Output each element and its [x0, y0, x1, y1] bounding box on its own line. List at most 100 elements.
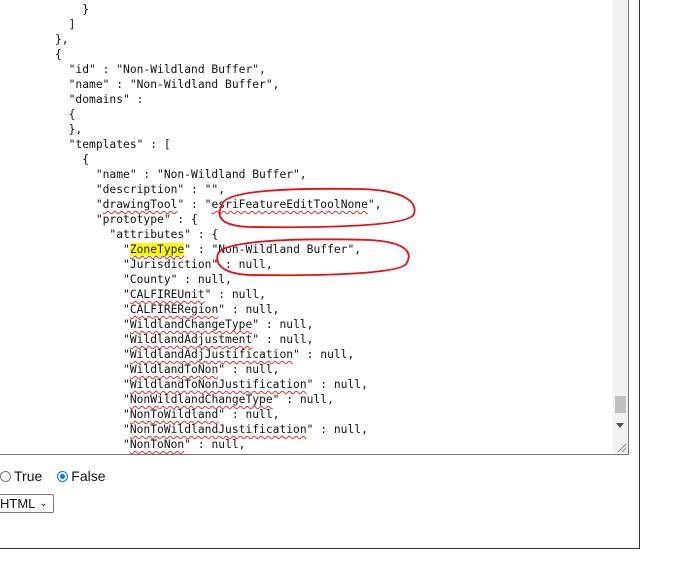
code-token: " — [123, 393, 130, 406]
spellcheck-token: NonToNon — [129, 438, 185, 451]
boolean-radio-group: True False — [0, 466, 121, 486]
spellcheck-token: CALFIRERegion — [129, 303, 219, 316]
code-token: "templates" : [ — [68, 138, 171, 151]
resize-grip-icon[interactable] — [617, 443, 627, 453]
spellcheck-token: NonWildlandChangeType — [129, 393, 273, 406]
code-token: " : null, — [293, 348, 355, 361]
code-line: "WildlandToNonJustification" : null, — [55, 377, 382, 392]
code-line: "name" : "Non-Wildland Buffer", — [55, 167, 382, 182]
code-token: " : null, — [252, 318, 314, 331]
spellcheck-token: WildlandAdjustment — [129, 333, 253, 346]
code-token: "description" : "", — [95, 183, 226, 196]
code-token: "County" : null, — [123, 273, 232, 286]
code-token: " — [123, 423, 130, 436]
code-token: ] — [68, 18, 76, 31]
code-token: " : "Non-Wildland Buffer", — [184, 243, 362, 256]
code-line: { — [55, 152, 382, 167]
format-select-value: HTML — [0, 496, 36, 511]
code-line: "domains" : — [55, 92, 382, 107]
spellcheck-token: NonToWildlandJustification — [129, 423, 307, 436]
code-line: { — [55, 107, 382, 122]
code-token: "id" : "Non-Wildland Buffer", — [68, 63, 266, 76]
code-token: }, — [55, 33, 69, 46]
code-line: }, — [55, 32, 382, 47]
code-line: "NonToNon" : null, — [55, 437, 382, 452]
spellcheck-token: drawingTool — [102, 198, 178, 211]
code-line: "id" : "Non-Wildland Buffer", — [55, 62, 382, 77]
code-token: " — [123, 318, 130, 331]
json-textarea[interactable]: } } ]}, { "id" : "Non-Wildland Buffer", "… — [0, 0, 629, 455]
code-line: "NonToWildland" : null, — [55, 407, 382, 422]
code-token: " — [123, 408, 130, 421]
code-token: " : null, — [218, 408, 280, 421]
spellcheck-token: CALFIREUnit — [129, 288, 205, 301]
code-token: { — [68, 108, 76, 121]
spellcheck-token: WildlandToNon — [129, 363, 219, 376]
code-token: " : " — [177, 198, 212, 211]
scroll-down-arrow-icon[interactable] — [616, 423, 624, 428]
scrollbar-thumb[interactable] — [615, 396, 626, 413]
code-line: "name" : "Non-Wildland Buffer", — [55, 77, 382, 92]
code-line: "WildlandAdjustment" : null, — [55, 332, 382, 347]
code-token: " — [123, 378, 130, 391]
code-line: "attributes" : { — [55, 227, 382, 242]
code-line: "templates" : [ — [55, 137, 382, 152]
code-token: { — [82, 153, 90, 166]
radio-true-label[interactable]: True — [14, 468, 42, 484]
code-token: "name" : "Non-Wildland Buffer", — [68, 78, 280, 91]
radio-false-label[interactable]: False — [71, 468, 105, 484]
code-token: " : null, — [218, 303, 280, 316]
code-line: "CALFIREUnit" : null, — [55, 287, 382, 302]
code-line: "drawingTool" : "esriFeatureEditToolNone… — [55, 197, 382, 212]
spellcheck-token: WildlandAdjJustification — [129, 348, 294, 361]
vertical-scrollbar[interactable] — [613, 0, 628, 454]
code-token: " : null, — [306, 423, 368, 436]
radio-false[interactable] — [57, 470, 69, 482]
code-line: "County" : null, — [55, 272, 382, 287]
radio-true[interactable] — [0, 470, 11, 482]
code-token: " : null, — [306, 378, 368, 391]
code-token: "Jurisdiction" : null, — [123, 258, 273, 271]
code-token: { — [55, 48, 62, 61]
code-token: " : null, — [218, 363, 280, 376]
code-line: { — [55, 47, 382, 62]
code-line: "description" : "", — [55, 182, 382, 197]
json-code: } } ]}, { "id" : "Non-Wildland Buffer", "… — [55, 0, 382, 452]
format-select[interactable]: HTML ⌄ — [0, 494, 54, 513]
code-token: " : null, — [204, 288, 266, 301]
code-token: "attributes" : { — [109, 228, 219, 241]
code-token: " — [123, 438, 130, 451]
code-token: } — [82, 3, 90, 16]
code-line: "CALFIRERegion" : null, — [55, 302, 382, 317]
code-token: " — [123, 333, 130, 346]
spellcheck-token: NonToWildland — [129, 408, 219, 421]
code-token: " : null, — [272, 393, 334, 406]
code-token: ", — [367, 198, 382, 211]
code-line: "NonToWildlandJustification" : null, — [55, 422, 382, 437]
code-token: " — [123, 243, 130, 256]
code-token: " — [123, 288, 130, 301]
code-token: "domains" : — [68, 93, 144, 106]
spellcheck-token: WildlandToNonJustification — [129, 378, 307, 391]
code-token: " — [95, 198, 103, 211]
code-token: " : null, — [184, 438, 246, 451]
